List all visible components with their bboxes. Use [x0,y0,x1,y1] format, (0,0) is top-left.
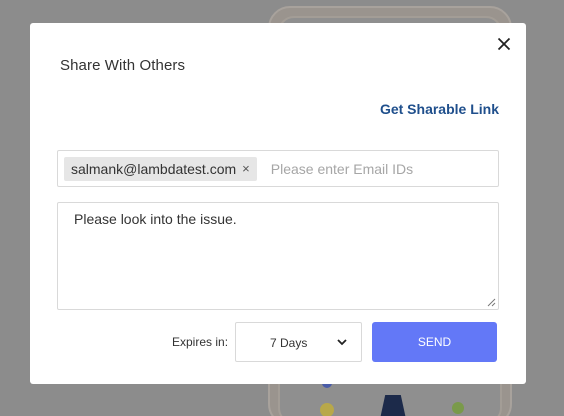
send-button[interactable]: SEND [372,322,497,362]
background-decoration [320,403,334,416]
get-sharable-link[interactable]: Get Sharable Link [380,101,499,117]
chip-remove-icon[interactable]: × [242,161,250,176]
expires-dropdown[interactable]: 7 Days [235,322,362,362]
expires-selected-value: 7 Days [270,336,308,350]
email-chip-label: salmank@lambdatest.com [71,160,237,177]
chevron-down-icon [337,339,347,346]
message-textarea[interactable]: Please look into the issue. [57,202,499,310]
dialog-title: Share With Others [60,57,186,74]
background-decoration [452,402,464,414]
resize-grip-icon[interactable] [486,294,496,307]
email-chip: salmank@lambdatest.com × [64,156,257,181]
share-dialog: Share With Others Get Sharable Link salm… [30,23,526,384]
email-input[interactable] [268,159,473,178]
close-icon[interactable] [496,36,512,52]
expires-label: Expires in: [172,335,229,349]
email-recipients-field[interactable]: salmank@lambdatest.com × [57,150,499,187]
